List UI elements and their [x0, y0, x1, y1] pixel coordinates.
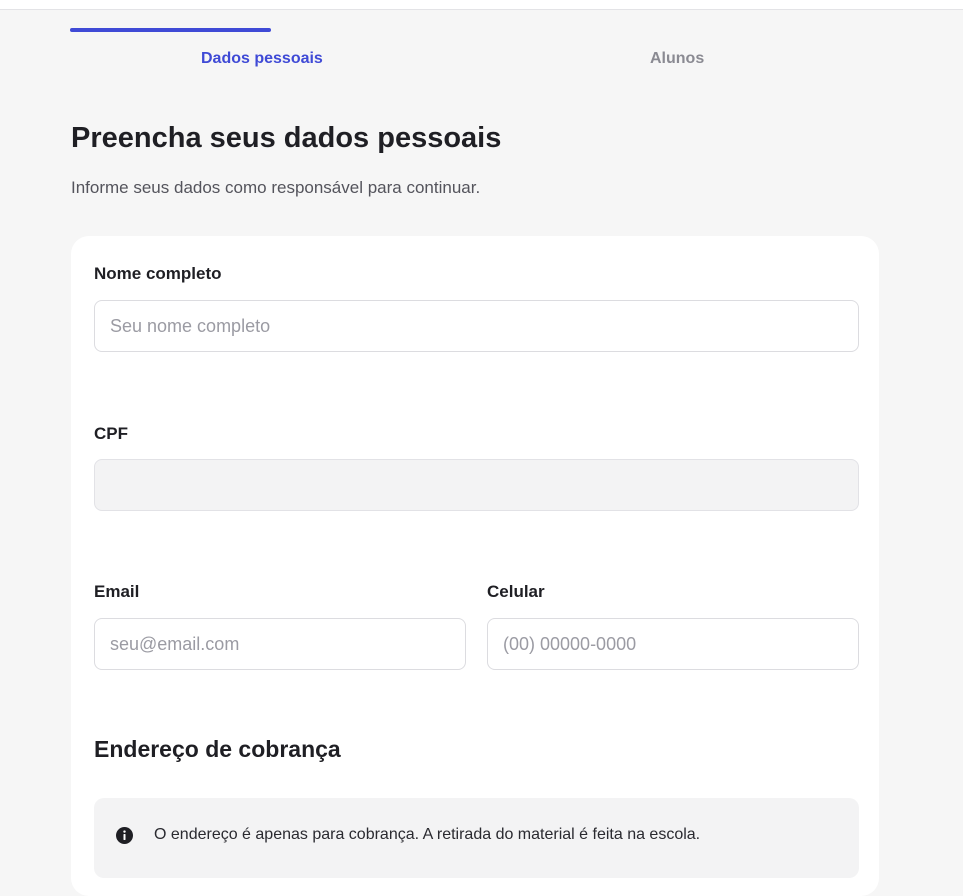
page-title: Preencha seus dados pessoais: [71, 122, 502, 154]
email-label: Email: [94, 582, 140, 601]
form-card: Nome completo CPF Email Celular Endereço…: [71, 236, 879, 896]
step-label-alunos: Alunos: [650, 50, 705, 67]
email-input[interactable]: [94, 618, 466, 670]
phone-input[interactable]: [487, 618, 859, 670]
cpf-input: [94, 459, 859, 511]
phone-label: Celular: [487, 582, 545, 601]
billing-notice: O endereço é apenas para cobrança. A ret…: [94, 798, 859, 878]
step-progress-bar: [70, 28, 271, 32]
step-label-dados-pessoais: Dados pessoais: [201, 50, 323, 67]
top-border: [0, 0, 963, 10]
billing-notice-text: O endereço é apenas para cobrança. A ret…: [154, 826, 701, 843]
info-icon: [116, 827, 133, 844]
full-name-label: Nome completo: [94, 264, 222, 283]
stepper: Dados pessoais Alunos: [0, 10, 963, 90]
full-name-input[interactable]: [94, 300, 859, 352]
cpf-label: CPF: [94, 424, 128, 443]
page-subtitle: Informe seus dados como responsável para…: [71, 178, 481, 197]
billing-section-title: Endereço de cobrança: [94, 736, 341, 762]
